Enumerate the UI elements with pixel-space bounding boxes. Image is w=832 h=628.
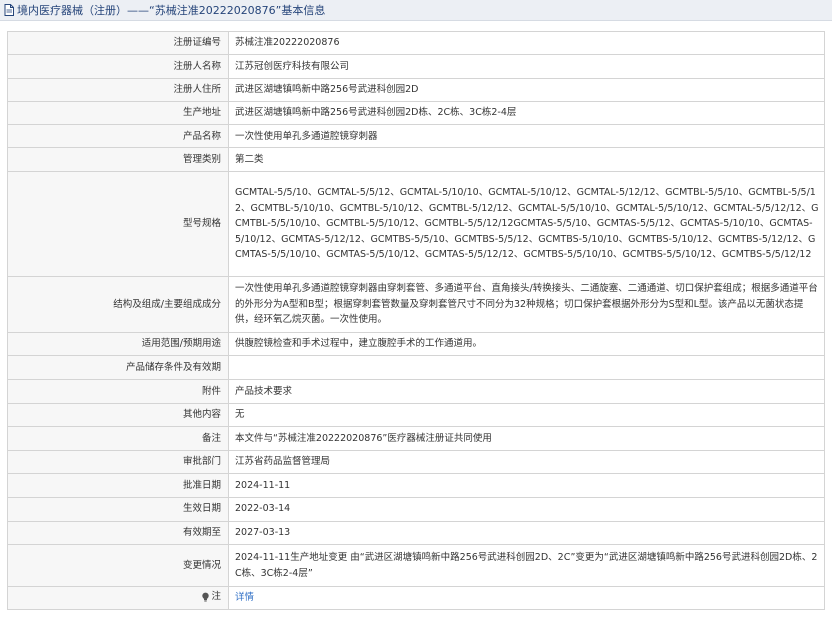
row-remarks: 备注 本文件与“苏械注准20222020876”医疗器械注册证共同使用 [7, 426, 825, 451]
row-change-history: 变更情况 2024-11-11生产地址变更 由“武进区湖塘镇鸣新中路256号武进… [7, 544, 825, 588]
field-label: 注册人住所 [7, 77, 229, 102]
note-label-cell: 注 [7, 586, 229, 611]
field-label: 变更情况 [7, 544, 229, 588]
field-label: 结构及组成/主要组成成分 [7, 275, 229, 333]
field-label: 适用范围/预期用途 [7, 331, 229, 357]
row-intended-use: 适用范围/预期用途 供腹腔镜检查和手术过程中，建立腹腔手术的工作通道用。 [7, 331, 825, 357]
field-value: 2022-03-14 [228, 496, 825, 522]
row-structure: 结构及组成/主要组成成分 一次性使用单孔多通道腔镜穿刺器由穿刺套管、多通道平台、… [7, 275, 825, 333]
row-model-spec: 型号规格 GCMTAL-5/5/10、GCMTAL-5/5/12、GCMTAL-… [7, 170, 825, 277]
field-label: 备注 [7, 426, 229, 451]
field-value: 供腹腔镜检查和手术过程中，建立腹腔手术的工作通道用。 [228, 331, 825, 357]
row-note: 注 详情 [7, 586, 825, 611]
row-registrant-address: 注册人住所 武进区湖塘镇鸣新中路256号武进科创园2D [7, 77, 825, 102]
row-effective-date: 生效日期 2022-03-14 [7, 496, 825, 522]
note-value: 详情 [228, 586, 825, 611]
field-value: 无 [228, 402, 825, 428]
field-label: 附件 [7, 378, 229, 404]
field-value: 武进区湖塘镇鸣新中路256号武进科创园2D [228, 77, 825, 102]
field-value: 2024-11-11 [228, 473, 825, 498]
field-label: 审批部门 [7, 449, 229, 475]
field-value: 第二类 [228, 147, 825, 172]
field-label: 有效期至 [7, 520, 229, 546]
field-value: 江苏冠创医疗科技有限公司 [228, 54, 825, 79]
field-label: 产品储存条件及有效期 [7, 355, 229, 380]
field-label: 注册证编号 [7, 30, 229, 56]
field-value: 苏械注准20222020876 [228, 30, 825, 56]
field-value: 武进区湖塘镇鸣新中路256号武进科创园2D栋、2C栋、3C栋2-4层 [228, 100, 825, 126]
field-label: 管理类别 [7, 147, 229, 172]
field-value: 2027-03-13 [228, 520, 825, 546]
row-registration-number: 注册证编号 苏械注准20222020876 [7, 30, 825, 56]
row-attachment: 附件 产品技术要求 [7, 378, 825, 404]
page-header: 境内医疗器械（注册）——“苏械注准20222020876”基本信息 [0, 0, 832, 21]
page-title: 境内医疗器械（注册）——“苏械注准20222020876”基本信息 [17, 4, 326, 17]
field-value [228, 355, 825, 380]
field-value: 一次性使用单孔多通道腔镜穿刺器由穿刺套管、多通道平台、直角接头/转换接头、二通旋… [228, 275, 825, 333]
row-registrant-name: 注册人名称 江苏冠创医疗科技有限公司 [7, 54, 825, 79]
note-label: 注 [201, 589, 221, 605]
row-approval-department: 审批部门 江苏省药品监督管理局 [7, 449, 825, 475]
document-icon [4, 4, 14, 16]
field-label: 其他内容 [7, 402, 229, 428]
row-management-category: 管理类别 第二类 [7, 147, 825, 172]
field-value: 2024-11-11生产地址变更 由“武进区湖塘镇鸣新中路256号武进科创园2D… [228, 544, 825, 588]
field-label: 型号规格 [7, 170, 229, 277]
detail-link[interactable]: 详情 [235, 592, 254, 603]
field-label: 产品名称 [7, 124, 229, 149]
row-approval-date: 批准日期 2024-11-11 [7, 473, 825, 498]
row-storage: 产品储存条件及有效期 [7, 355, 825, 380]
field-label: 生效日期 [7, 496, 229, 522]
registration-info-table: 注册证编号 苏械注准20222020876 注册人名称 江苏冠创医疗科技有限公司… [7, 30, 825, 611]
field-label: 生产地址 [7, 100, 229, 126]
field-value: 本文件与“苏械注准20222020876”医疗器械注册证共同使用 [228, 426, 825, 451]
row-other: 其他内容 无 [7, 402, 825, 428]
lightbulb-icon [201, 592, 210, 602]
note-label-text: 注 [211, 591, 221, 602]
field-label: 注册人名称 [7, 54, 229, 79]
field-value: 江苏省药品监督管理局 [228, 449, 825, 475]
row-production-address: 生产地址 武进区湖塘镇鸣新中路256号武进科创园2D栋、2C栋、3C栋2-4层 [7, 100, 825, 126]
field-value: GCMTAL-5/5/10、GCMTAL-5/5/12、GCMTAL-5/10/… [228, 170, 825, 277]
field-value: 产品技术要求 [228, 378, 825, 404]
field-value: 一次性使用单孔多通道腔镜穿刺器 [228, 124, 825, 149]
field-label: 批准日期 [7, 473, 229, 498]
row-product-name: 产品名称 一次性使用单孔多通道腔镜穿刺器 [7, 124, 825, 149]
row-expiry-date: 有效期至 2027-03-13 [7, 520, 825, 546]
